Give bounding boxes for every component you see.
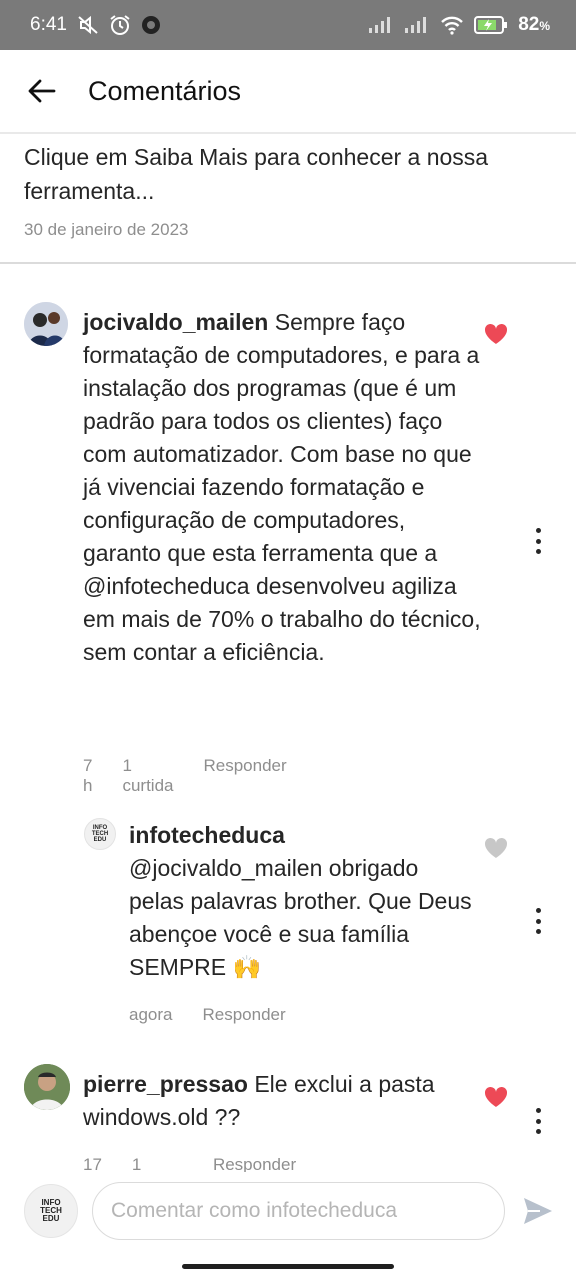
mute-icon: [77, 15, 99, 35]
page-title: Comentários: [88, 75, 242, 106]
heart-filled-icon[interactable]: [483, 322, 509, 346]
app-header: Comentários: [0, 50, 576, 134]
comment-meta: 7 h 1 curtida Responder: [83, 756, 317, 796]
comment-text: Sempre faço formatação de computadores, …: [83, 309, 481, 665]
back-button[interactable]: [22, 71, 62, 111]
comment-meta: agora Responder: [129, 1005, 316, 1025]
heart-outline-icon[interactable]: [483, 836, 509, 860]
avatar[interactable]: [24, 1064, 70, 1110]
status-time: 6:41: [30, 14, 67, 35]
comment-body: pierre_pressao Ele exclui a pasta window…: [83, 1068, 483, 1134]
current-user-avatar: INFO TECH EDU: [24, 1184, 78, 1238]
infotech-logo-icon: INFO TECH EDU: [40, 1198, 62, 1223]
signal-icon: [368, 16, 394, 34]
comment-username[interactable]: pierre_pressao: [83, 1071, 248, 1097]
heart-filled-icon[interactable]: [483, 1085, 509, 1109]
comment-time: agora: [129, 1005, 173, 1024]
avatar[interactable]: [24, 302, 68, 346]
infotech-logo-icon: INFO TECH EDU: [91, 825, 109, 843]
navigation-handle[interactable]: [182, 1264, 394, 1269]
comment-body: infotecheduca @jocivaldo_mailen obrigado…: [129, 819, 479, 984]
reply-button[interactable]: Responder: [202, 1005, 285, 1025]
battery-level: 82%: [518, 14, 550, 35]
alarm-icon: [109, 14, 131, 36]
caption-text: Clique em Saiba Mais para conhecer a nos…: [24, 144, 489, 204]
status-bar: 6:41 82%: [0, 0, 576, 50]
avatar[interactable]: INFO TECH EDU: [84, 818, 116, 850]
signal-icon-2: [404, 16, 430, 34]
divider: [0, 262, 576, 264]
notification-dot-icon: [141, 15, 161, 35]
arrow-left-icon: [28, 79, 56, 103]
post-caption: Clique em Saiba Mais para conhecer a nos…: [24, 140, 554, 240]
comment-likes[interactable]: 1 curtida: [122, 756, 173, 796]
caption-date: 30 de janeiro de 2023: [24, 220, 189, 239]
more-options-icon[interactable]: [532, 528, 544, 554]
more-options-icon[interactable]: [532, 908, 544, 934]
comment-body: jocivaldo_mailen Sempre faço formatação …: [83, 306, 483, 669]
comment-username[interactable]: infotecheduca: [129, 819, 479, 852]
comment-time: 7 h: [83, 756, 93, 795]
battery-charging-icon: [474, 15, 508, 35]
comment-text: @jocivaldo_mailen obrigado pelas palavra…: [129, 855, 472, 980]
wifi-icon: [440, 15, 464, 35]
more-options-icon[interactable]: [532, 1108, 544, 1134]
reply-button[interactable]: Responder: [203, 756, 286, 796]
comment-username[interactable]: jocivaldo_mailen: [83, 309, 268, 335]
comment-input[interactable]: [92, 1182, 505, 1240]
comment-composer: INFO TECH EDU: [0, 1172, 576, 1280]
send-icon[interactable]: [522, 1196, 554, 1226]
